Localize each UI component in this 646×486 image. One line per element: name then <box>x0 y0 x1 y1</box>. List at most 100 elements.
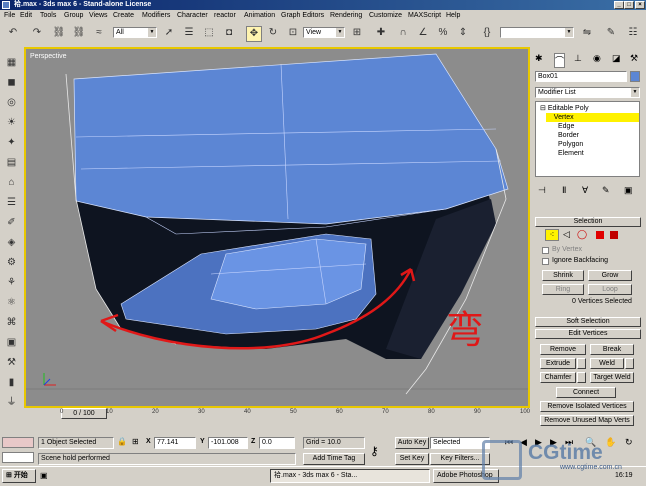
angle-snap-icon[interactable]: ∠ <box>416 26 430 40</box>
modifier-list-dropdown[interactable]: Modifier List ▼ <box>535 87 640 98</box>
timeline[interactable]: 0 / 100 0 10 20 30 40 50 60 70 80 90 100 <box>24 408 530 420</box>
edit-vertices-rollout-header[interactable]: Edit Vertices <box>535 329 641 339</box>
render-scene-icon[interactable]: ☷ <box>626 26 640 40</box>
unwrap-icon[interactable]: ◈ <box>4 235 19 250</box>
show-end-result-icon[interactable]: Ⅱ <box>562 185 566 196</box>
pin-stack-icon[interactable]: ⊣ <box>538 185 546 196</box>
orbit-icon[interactable]: ↻ <box>625 437 633 448</box>
configure-modifier-sets-icon[interactable]: ▣ <box>624 185 633 196</box>
break-button[interactable]: Break <box>590 344 634 355</box>
shapes-icon[interactable]: ◎ <box>4 95 19 110</box>
auto-key-button[interactable]: Auto Key <box>395 437 429 449</box>
polygon-mode-icon[interactable] <box>596 231 604 239</box>
menu-views[interactable]: Views <box>89 10 108 21</box>
window-crossing-icon[interactable]: ◘ <box>222 26 236 40</box>
lights-icon[interactable]: ☀ <box>4 115 19 130</box>
y-coordinate-field[interactable]: -101.008 <box>208 437 248 449</box>
undo-icon[interactable]: ↶ <box>6 26 20 40</box>
close-button[interactable]: × <box>635 1 645 9</box>
extrude-settings-button[interactable] <box>577 358 586 369</box>
modifier-stack[interactable]: ⊟ Editable Poly Vertex Edge Border Polyg… <box>535 101 640 177</box>
hierarchy-tab-icon[interactable]: ⊥ <box>574 53 582 64</box>
remove-modifier-icon[interactable]: ✎ <box>602 185 610 196</box>
mirror-icon[interactable]: ⇋ <box>580 26 594 40</box>
create-tab-icon[interactable]: ✱ <box>535 53 543 64</box>
named-selection-dropdown[interactable]: ▼ <box>500 27 574 38</box>
stack-item-editable-poly[interactable]: ⊟ Editable Poly <box>540 104 589 113</box>
stack-item-vertex[interactable]: Vertex <box>546 113 639 122</box>
pivot-center-icon[interactable]: ⊞ <box>350 26 364 40</box>
menu-help[interactable]: Help <box>446 10 460 21</box>
menu-file[interactable]: File <box>4 10 15 21</box>
select-manipulate-icon[interactable]: ✚ <box>374 26 388 40</box>
redo-icon[interactable]: ↷ <box>30 26 44 40</box>
rectangular-selection-icon[interactable]: ⬚ <box>202 26 216 40</box>
menu-reactor[interactable]: reactor <box>214 10 236 21</box>
stack-item-border[interactable]: Border <box>558 131 579 140</box>
motion-tab-icon[interactable]: ◉ <box>593 53 601 64</box>
select-move-icon[interactable]: ✥ <box>246 26 262 42</box>
weld-settings-button[interactable] <box>625 358 634 369</box>
quick-launch-icon[interactable]: ▣ <box>40 471 48 480</box>
display-tab-icon[interactable]: ◪ <box>612 53 621 64</box>
add-time-tag-button[interactable]: Add Time Tag <box>303 453 365 465</box>
layers-icon[interactable]: ☰ <box>4 195 19 210</box>
loop-button[interactable]: Loop <box>588 284 632 295</box>
chamfer-button[interactable]: Chamfer <box>540 372 576 383</box>
viewport-label[interactable]: Perspective <box>30 53 67 60</box>
menu-animation[interactable]: Animation <box>244 10 275 21</box>
select-object-icon[interactable]: ➚ <box>162 26 176 40</box>
minimize-button[interactable]: _ <box>614 1 624 9</box>
hierarchy-icon[interactable]: ⚘ <box>4 275 19 290</box>
plug-icon[interactable]: ⏚ <box>4 395 19 410</box>
stack-item-edge[interactable]: Edge <box>558 122 574 131</box>
border-mode-icon[interactable]: ◯ <box>577 229 587 240</box>
modify-tab-icon[interactable]: ⌒ <box>554 53 566 68</box>
menu-edit[interactable]: Edit <box>20 10 32 21</box>
reference-coordinate-dropdown[interactable]: View ▼ <box>303 27 345 38</box>
extrude-button[interactable]: Extrude <box>540 358 576 369</box>
geometry-icon[interactable]: ◼ <box>4 75 19 90</box>
ring-button[interactable]: Ring <box>542 284 584 295</box>
cylinder-icon[interactable]: ▮ <box>4 375 19 390</box>
remove-isolated-vertices-button[interactable]: Remove Isolated Vertices <box>540 401 634 412</box>
bones-icon[interactable]: ✦ <box>4 135 19 150</box>
perspective-viewport[interactable]: Perspective 弯 曲 <box>24 47 530 408</box>
edge-mode-icon[interactable]: ◁ <box>563 229 570 240</box>
ignore-backfacing-checkbox[interactable] <box>542 258 549 265</box>
start-button[interactable]: ⊞ 开始 <box>2 469 36 483</box>
connect-button[interactable]: Connect <box>556 387 616 398</box>
display-icon[interactable]: ▣ <box>4 335 19 350</box>
menu-graph-editors[interactable]: Graph Editors <box>281 10 324 21</box>
element-mode-icon[interactable] <box>610 231 618 239</box>
time-slider[interactable]: 0 / 100 <box>61 408 107 419</box>
absolute-mode-icon[interactable]: ⊞ <box>132 437 139 446</box>
object-color-swatch[interactable] <box>630 71 640 82</box>
menu-modifiers[interactable]: Modifiers <box>142 10 170 21</box>
grow-button[interactable]: Grow <box>588 270 632 281</box>
shrink-button[interactable]: Shrink <box>542 270 584 281</box>
maxscript-listener-mini[interactable] <box>2 437 34 448</box>
select-link-icon[interactable]: ⛓ <box>52 26 66 40</box>
menu-character[interactable]: Character <box>177 10 208 21</box>
set-key-button[interactable]: Set Key <box>395 453 429 465</box>
soft-selection-rollout-header[interactable]: Soft Selection <box>535 317 641 327</box>
select-by-name-icon[interactable]: ☰ <box>182 26 196 40</box>
menu-rendering[interactable]: Rendering <box>330 10 362 21</box>
pan-icon[interactable]: ✋ <box>605 437 616 448</box>
object-name-field[interactable]: Box01 <box>535 71 627 82</box>
stack-item-element[interactable]: Element <box>558 149 584 158</box>
remove-unused-map-verts-button[interactable]: Remove Unused Map Verts <box>540 415 634 426</box>
named-selection-sets-icon[interactable]: {} <box>480 26 494 40</box>
menu-customize[interactable]: Customize <box>369 10 402 21</box>
key-mode-dropdown[interactable]: Selected <box>430 437 490 449</box>
reactor-icon[interactable]: ⚛ <box>4 295 19 310</box>
selection-rollout-header[interactable]: Selection <box>535 217 641 227</box>
weld-button[interactable]: Weld <box>590 358 624 369</box>
create-object-icon[interactable]: ▦ <box>4 55 19 70</box>
menu-tools[interactable]: Tools <box>40 10 56 21</box>
key-filters-button[interactable]: Key Filters... <box>430 453 490 465</box>
key-icon[interactable]: ⚷ <box>370 444 379 458</box>
make-unique-icon[interactable]: ∀ <box>582 185 588 196</box>
modifiers-icon[interactable]: ⌂ <box>4 175 19 190</box>
